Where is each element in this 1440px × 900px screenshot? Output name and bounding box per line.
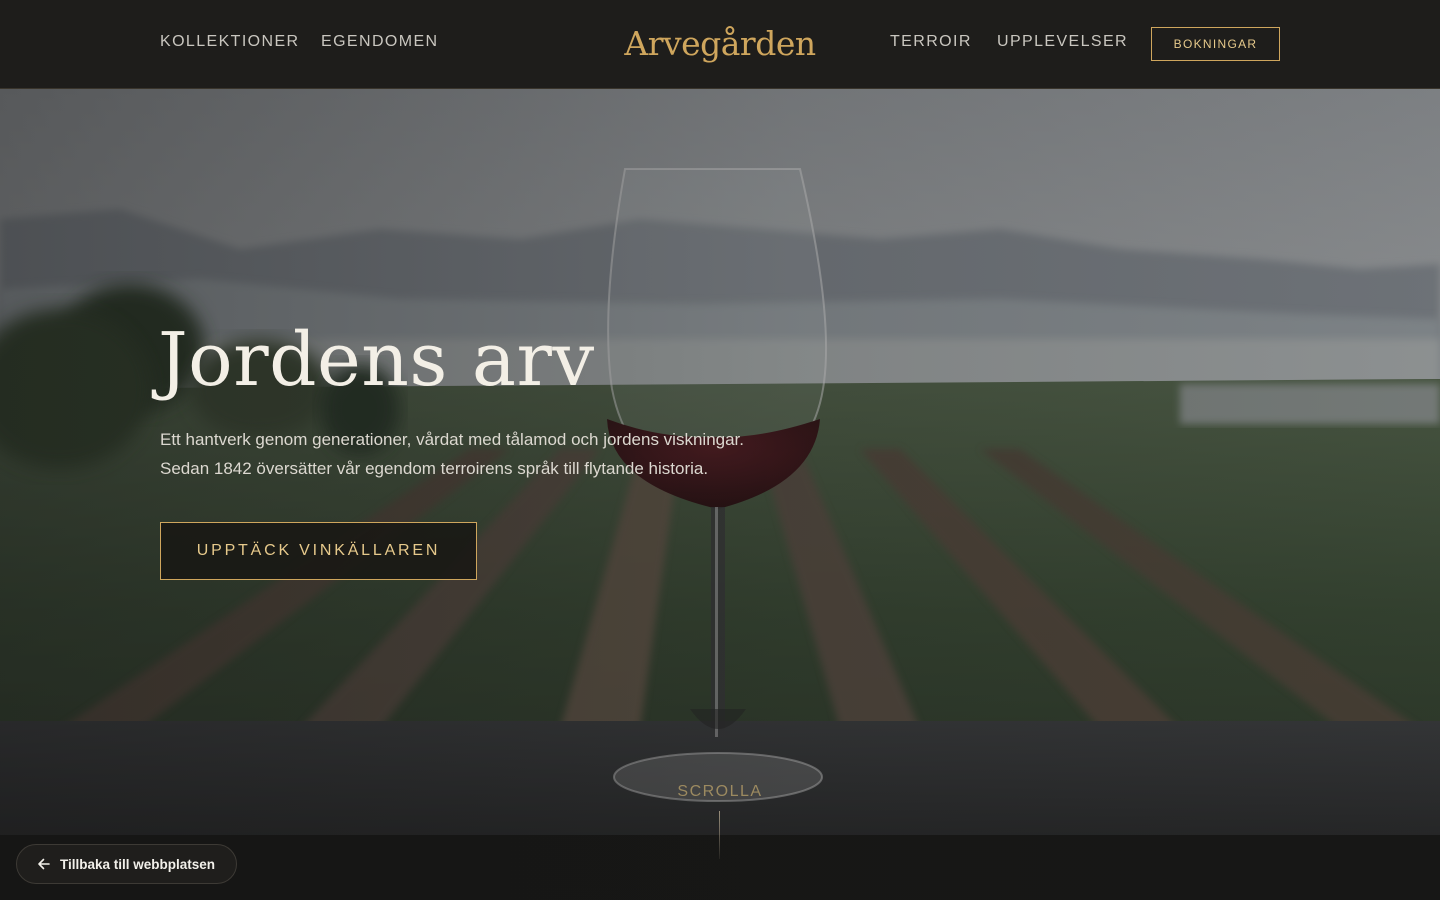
booking-button[interactable]: BOKNINGAR [1151,27,1280,61]
discover-cellar-button[interactable]: UPPTÄCK VINKÄLLAREN [160,522,477,580]
hero-overlay [0,89,1440,900]
scroll-indicator-line [719,811,720,859]
scroll-indicator-label[interactable]: SCROLLA [620,783,820,801]
arrow-left-icon [37,857,51,871]
hero-section: Jordens arv Ett hantverk genom generatio… [0,89,1440,900]
hero-title: Jordens arv [158,317,595,403]
nav-link-egendomen[interactable]: EGENDOMEN [321,33,439,51]
nav-link-kollektioner[interactable]: KOLLEKTIONER [160,33,300,51]
back-to-website-button[interactable]: Tillbaka till webbplatsen [16,844,237,884]
hero-text-line-2: Sedan 1842 översätter vår egendom terroi… [160,459,709,478]
back-to-website-label: Tillbaka till webbplatsen [60,856,216,872]
nav-link-upplevelser[interactable]: UPPLEVELSER [997,33,1128,51]
site-header: KOLLEKTIONER EGENDOMEN Arvegården TERROI… [0,0,1440,89]
hero-text-line-1: Ett hantverk genom generationer, vårdat … [160,430,745,449]
nav-link-terroir[interactable]: TERROIR [890,33,972,51]
site-logo[interactable]: Arvegården [624,24,816,63]
